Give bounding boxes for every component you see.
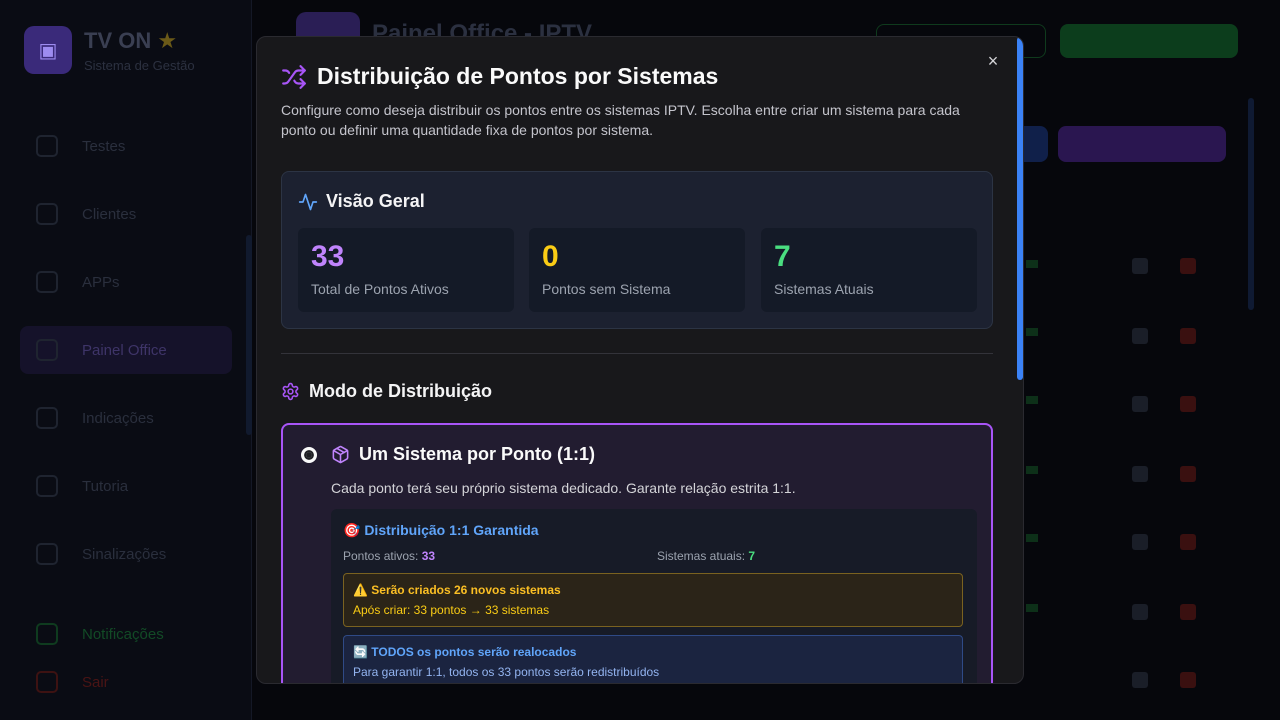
delete-icon[interactable]: [1180, 534, 1196, 550]
activity-icon: [298, 193, 318, 210]
stat-current-systems: 7 Sistemas Atuais: [761, 228, 977, 312]
status-dot: [1026, 466, 1038, 474]
stat-points-without-system: 0 Pontos sem Sistema: [529, 228, 745, 312]
edit-icon[interactable]: [1132, 258, 1148, 274]
divider: [281, 353, 993, 354]
detail-active-points: Pontos ativos: 33: [343, 549, 436, 563]
detail-current-systems: Sistemas atuais: 7: [657, 549, 756, 563]
stat-value: 33: [311, 240, 345, 273]
option-description: Cada ponto terá seu próprio sistema dedi…: [331, 480, 796, 496]
edit-icon[interactable]: [1132, 396, 1148, 412]
delete-icon[interactable]: [1180, 604, 1196, 620]
status-dot: [1026, 396, 1038, 404]
header-primary-button[interactable]: [1060, 24, 1238, 58]
status-dot: [1026, 534, 1038, 542]
overview-header: Visão Geral: [298, 191, 425, 212]
sidebar: ▣ TV ON ★ Sistema de Gestão Testes Clien…: [0, 0, 252, 720]
book-icon: [36, 475, 58, 497]
monitor-icon: [36, 339, 58, 361]
sidebar-item-sinalizacoes[interactable]: Sinalizações: [20, 530, 232, 578]
info-box: 🔄 TODOS os pontos serão realocados Para …: [343, 635, 963, 683]
shuffle-icon: [282, 64, 306, 89]
sidebar-item-indicacoes[interactable]: Indicações: [20, 394, 232, 442]
test-icon: [36, 135, 58, 157]
sidebar-item-tutoria[interactable]: Tutoria: [20, 462, 232, 510]
warning-text: Após criar: 33 pontos → 33 sistemas: [353, 603, 550, 617]
stat-value: 0: [542, 240, 559, 273]
sidebar-item-painel-office[interactable]: Painel Office: [20, 326, 232, 374]
stat-total-points: 33 Total de Pontos Ativos: [298, 228, 514, 312]
sidebar-scrollbar[interactable]: [246, 235, 252, 435]
users-icon: [36, 203, 58, 225]
info-title: 🔄 TODOS os pontos serão realocados: [353, 645, 577, 659]
stat-label: Total de Pontos Ativos: [311, 281, 449, 297]
modal-description: Configure como deseja distribuir os pont…: [281, 102, 960, 138]
stat-label: Pontos sem Sistema: [542, 281, 671, 297]
overview-title: Visão Geral: [326, 191, 425, 211]
mode-title: Modo de Distribuição: [309, 381, 493, 401]
app-name: TV ON ★: [84, 28, 178, 53]
option-one-system-per-point[interactable]: Um Sistema por Ponto (1:1) Cada ponto te…: [281, 423, 993, 683]
status-dot: [1026, 260, 1038, 268]
main-scrollbar[interactable]: [1248, 98, 1254, 310]
close-button[interactable]: ×: [985, 52, 1001, 70]
edit-icon[interactable]: [1132, 604, 1148, 620]
sidebar-item-apps[interactable]: APPs: [20, 258, 232, 306]
mode-header: Modo de Distribuição: [281, 381, 492, 402]
status-dot: [1026, 328, 1038, 336]
gift-icon: [36, 407, 58, 429]
warning-box: ⚠️ Serão criados 26 novos sistemas Após …: [343, 573, 963, 627]
delete-icon[interactable]: [1180, 328, 1196, 344]
warning-title: ⚠️ Serão criados 26 novos sistemas: [353, 583, 561, 597]
delete-icon[interactable]: [1180, 258, 1196, 274]
distribution-detail: 🎯 Distribuição 1:1 Garantida Pontos ativ…: [331, 509, 977, 683]
radio-selected[interactable]: [301, 447, 317, 463]
gear-icon: [282, 382, 299, 401]
sidebar-item-testes[interactable]: Testes: [20, 122, 232, 170]
app-subtitle: Sistema de Gestão: [84, 58, 195, 73]
detail-title: 🎯 Distribuição 1:1 Garantida: [343, 522, 539, 538]
apps-icon: [36, 271, 58, 293]
option-header: Um Sistema por Ponto (1:1): [331, 444, 595, 465]
stat-value: 7: [774, 240, 791, 273]
logout-icon: [36, 671, 58, 693]
bell-icon: [36, 623, 58, 645]
option-title: Um Sistema por Ponto (1:1): [359, 444, 596, 464]
delete-icon[interactable]: [1180, 396, 1196, 412]
distribute-points-button[interactable]: [1058, 126, 1226, 162]
flag-icon: [36, 543, 58, 565]
package-icon: [332, 445, 349, 464]
status-dot: [1026, 604, 1038, 612]
overview-card: Visão Geral 33 Total de Pontos Ativos 0 …: [281, 171, 993, 329]
delete-icon[interactable]: [1180, 466, 1196, 482]
modal-header: Distribuição de Pontos por Sistemas: [281, 63, 718, 90]
edit-icon[interactable]: [1132, 328, 1148, 344]
tv-logo-icon: ▣: [24, 26, 72, 74]
sidebar-item-sair[interactable]: Sair: [20, 658, 232, 706]
delete-icon[interactable]: [1180, 672, 1196, 688]
edit-icon[interactable]: [1132, 534, 1148, 550]
sidebar-item-clientes[interactable]: Clientes: [20, 190, 232, 238]
modal-scrollbar[interactable]: [1017, 37, 1023, 380]
sidebar-item-notificacoes[interactable]: Notificações: [20, 610, 232, 658]
distribution-modal: × Distribuição de Pontos por Sistemas Co…: [256, 36, 1024, 684]
modal-title: Distribuição de Pontos por Sistemas: [317, 63, 719, 89]
edit-icon[interactable]: [1132, 466, 1148, 482]
info-text: Para garantir 1:1, todos os 33 pontos se…: [353, 665, 660, 679]
edit-icon[interactable]: [1132, 672, 1148, 688]
stat-label: Sistemas Atuais: [774, 281, 874, 297]
